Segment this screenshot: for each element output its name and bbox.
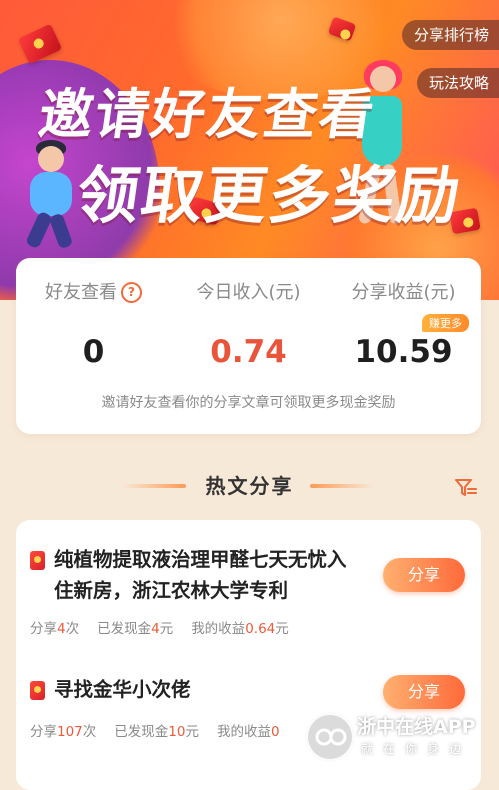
app-watermark: 浙中在线APP 就在你身边 (305, 708, 495, 768)
share-button[interactable]: 分享 (383, 675, 465, 709)
friends-viewed-label: 好友查看 (45, 282, 117, 303)
friends-viewed-stat: 好友查看? 0 (16, 258, 171, 370)
article-meta: 分享4次 已发现金4元 我的收益0.64元 (30, 621, 289, 637)
banner-headline-1: 邀请好友查看 (34, 83, 380, 146)
article-title[interactable]: 纯植物提取液治理甲醛七天无忧入住新房，浙江农林大学专利 (54, 544, 354, 606)
filter-icon[interactable] (455, 478, 477, 498)
red-packet-icon (30, 681, 45, 700)
banner-headline-2: 领取更多奖励 (72, 159, 467, 232)
earn-amount: 0.64 (245, 621, 276, 637)
section-title: 热文分享 (205, 474, 294, 498)
app-logo-icon (305, 712, 355, 762)
article-title[interactable]: 寻找金华小次佬 (54, 674, 354, 705)
red-packet-icon (30, 551, 45, 570)
invite-banner: 邀请好友查看 领取更多奖励 分享排行榜 玩法攻略 (0, 0, 499, 300)
help-icon[interactable]: ? (121, 282, 142, 303)
section-divider (310, 484, 374, 488)
how-to-play-button[interactable]: 玩法攻略 (416, 68, 499, 98)
cash-amount: 4 (151, 621, 160, 637)
watermark-slogan: 就在你身边 (361, 742, 472, 756)
earn-amount: 0 (270, 724, 280, 740)
red-envelope-icon (17, 23, 63, 65)
share-earnings-label: 分享收益(元) (351, 282, 456, 303)
today-income-value: 0.74 (210, 334, 287, 370)
share-earnings-stat[interactable]: 分享收益(元) 赚更多 10.59 (326, 258, 481, 370)
friends-viewed-value: 0 (82, 334, 105, 370)
cash-amount: 10 (168, 724, 186, 740)
invite-note: 邀请好友查看你的分享文章可领取更多现金奖励 (101, 395, 396, 411)
share-count: 107 (57, 724, 83, 740)
earn-more-badge[interactable]: 赚更多 (422, 314, 469, 332)
today-income-label: 今日收入(元) (196, 282, 301, 303)
share-earnings-value: 10.59 (354, 334, 453, 370)
today-income-stat: 今日收入(元) 0.74 (171, 258, 326, 370)
share-ranking-button[interactable]: 分享排行榜 (401, 20, 499, 50)
article-meta: 分享107次 已发现金10元 我的收益0 (30, 724, 280, 740)
stats-card: 好友查看? 0 今日收入(元) 0.74 分享收益(元) 赚更多 10.59 邀… (16, 258, 481, 434)
share-count: 4 (57, 621, 66, 637)
share-button[interactable]: 分享 (383, 558, 465, 592)
watermark-app-name: 浙中在线APP (357, 716, 476, 738)
